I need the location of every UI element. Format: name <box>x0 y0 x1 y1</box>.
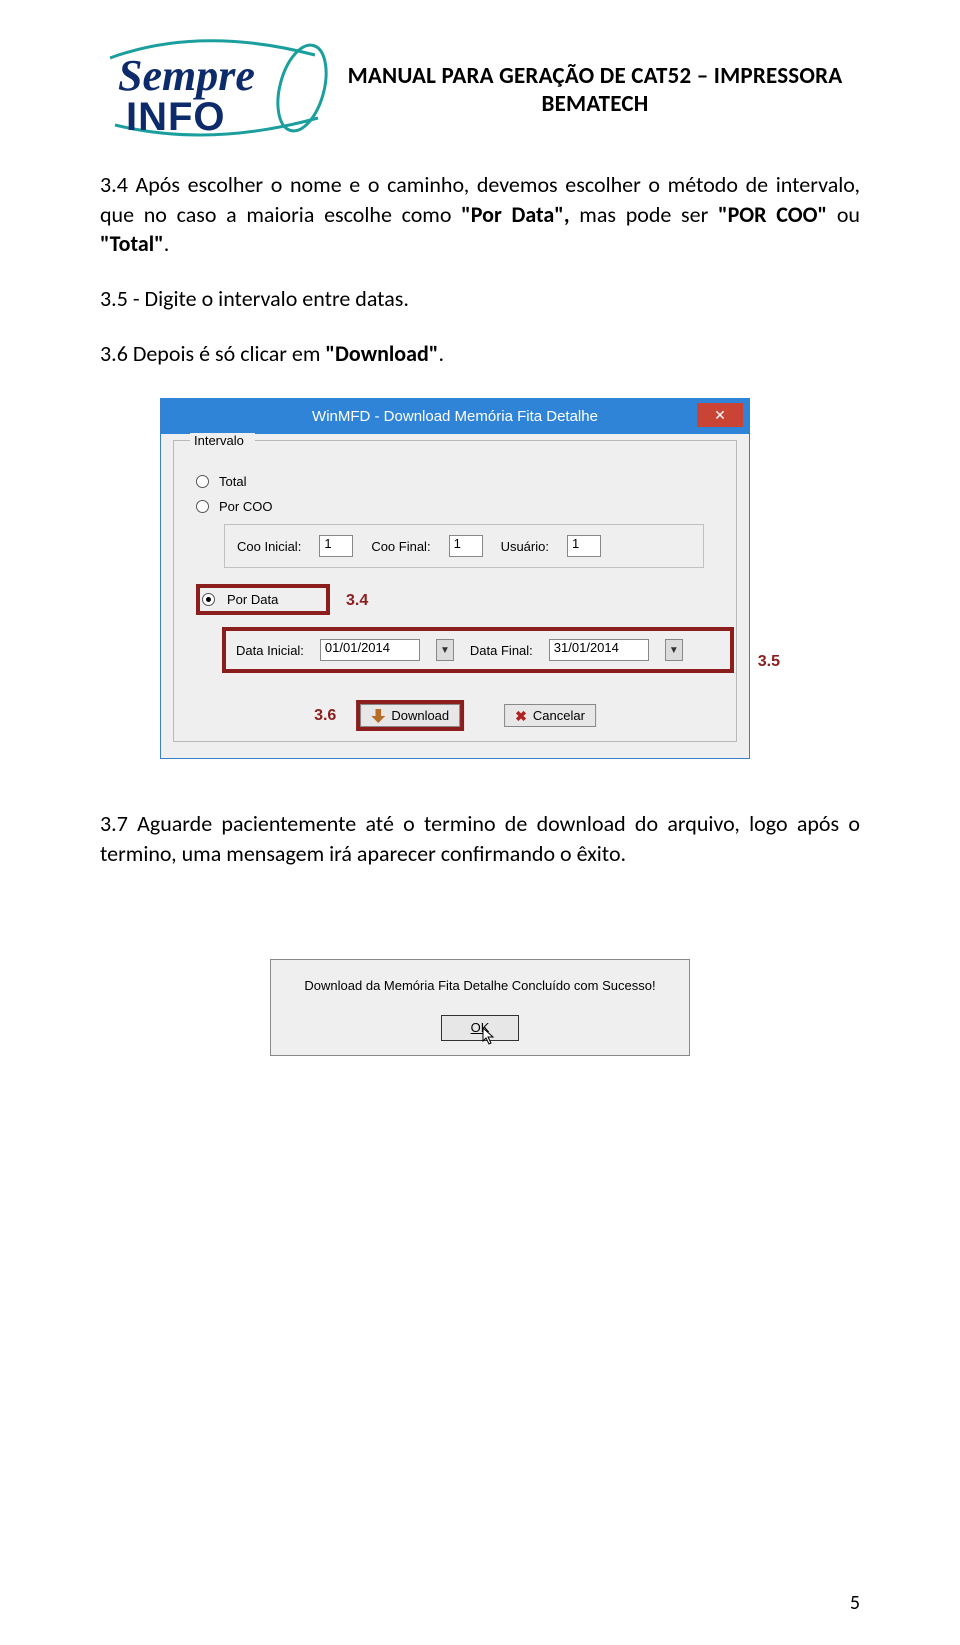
download-arrow-icon <box>371 709 385 723</box>
dialog-title-text: WinMFD - Download Memória Fita Detalhe <box>312 408 598 425</box>
data-final-label: Data Final: <box>470 643 533 658</box>
coo-inicial-input[interactable]: 1 <box>319 535 353 557</box>
radio-coo-row[interactable]: Por COO <box>196 499 716 514</box>
usuario-label: Usuário: <box>501 539 549 554</box>
dialog-button-row: 3.6 Download ✖ Cancelar <box>314 704 596 727</box>
page-number: 5 <box>850 1591 860 1615</box>
radio-por-data[interactable] <box>202 593 215 606</box>
winmfd-dialog-screenshot: WinMFD - Download Memória Fita Detalhe ✕… <box>160 398 800 759</box>
annotation-3-5: 3.5 <box>758 653 780 671</box>
radio-total-row[interactable]: Total <box>196 474 716 489</box>
cancel-button-label: Cancelar <box>533 708 585 723</box>
coo-final-label: Coo Final: <box>371 539 430 554</box>
messagebox-text: Download da Memória Fita Detalhe Concluí… <box>281 978 679 993</box>
coo-inputs-row: Coo Inicial: 1 Coo Final: 1 Usuário: 1 <box>224 524 704 568</box>
success-messagebox: Download da Memória Fita Detalhe Concluí… <box>270 959 690 1056</box>
ok-button[interactable]: OK <box>441 1015 519 1041</box>
data-inicial-input[interactable]: 01/01/2014 <box>320 639 420 661</box>
close-button[interactable]: ✕ <box>697 403 743 427</box>
coo-final-input[interactable]: 1 <box>449 535 483 557</box>
document-title: MANUAL PARA GERAÇÃO DE CAT52 – IMPRESSOR… <box>330 30 860 118</box>
cursor-icon <box>482 1027 498 1048</box>
paragraph-3-7: 3.7 Aguarde pacientemente até o termino … <box>100 809 860 868</box>
data-inicial-dropdown[interactable]: ▼ <box>436 639 454 661</box>
dialog-body: Intervalo Total Por COO Coo Inicial: 1 C… <box>161 434 749 758</box>
data-inicial-label: Data Inicial: <box>236 643 304 658</box>
download-button-label: Download <box>391 708 449 723</box>
title-line-1: MANUAL PARA GERAÇÃO DE CAT52 – IMPRESSOR… <box>330 62 860 90</box>
svg-text:Sempre: Sempre <box>118 51 255 100</box>
title-line-2: BEMATECH <box>330 90 860 118</box>
close-icon: ✕ <box>714 407 726 424</box>
download-button[interactable]: Download <box>360 704 460 727</box>
data-final-input[interactable]: 31/01/2014 <box>549 639 649 661</box>
paragraph-3-4: 3.4 Após escolher o nome e o caminho, de… <box>100 170 860 259</box>
paragraph-3-6: 3.6 Depois é só clicar em "Download". <box>100 339 860 369</box>
cancel-x-icon: ✖ <box>515 709 527 723</box>
data-final-dropdown[interactable]: ▼ <box>665 639 683 661</box>
dialog-window: WinMFD - Download Memória Fita Detalhe ✕… <box>160 398 750 759</box>
intervalo-fieldset: Intervalo Total Por COO Coo Inicial: 1 C… <box>173 440 737 742</box>
radio-coo-label: Por COO <box>219 499 272 514</box>
radio-por-data-row[interactable]: Por Data <box>198 586 328 613</box>
annotation-3-6: 3.6 <box>314 707 336 725</box>
paragraph-3-5: 3.5 - Digite o intervalo entre datas. <box>100 284 860 314</box>
coo-inicial-label: Coo Inicial: <box>237 539 301 554</box>
annotation-3-4: 3.4 <box>346 592 368 610</box>
fieldset-legend: Intervalo <box>190 433 255 448</box>
radio-por-coo[interactable] <box>196 500 209 513</box>
radio-data-label: Por Data <box>227 592 278 607</box>
usuario-input[interactable]: 1 <box>567 535 601 557</box>
cancel-button[interactable]: ✖ Cancelar <box>504 704 596 727</box>
page-header: Sempre INFO MANUAL PARA GERAÇÃO DE CAT52… <box>100 30 860 145</box>
svg-text:INFO: INFO <box>126 95 226 139</box>
radio-total-label: Total <box>219 474 246 489</box>
radio-total[interactable] <box>196 475 209 488</box>
data-inputs-row: Data Inicial: 01/01/2014 ▼ Data Final: 3… <box>224 629 732 671</box>
dialog-titlebar[interactable]: WinMFD - Download Memória Fita Detalhe ✕ <box>161 398 749 434</box>
company-logo: Sempre INFO <box>100 30 330 145</box>
